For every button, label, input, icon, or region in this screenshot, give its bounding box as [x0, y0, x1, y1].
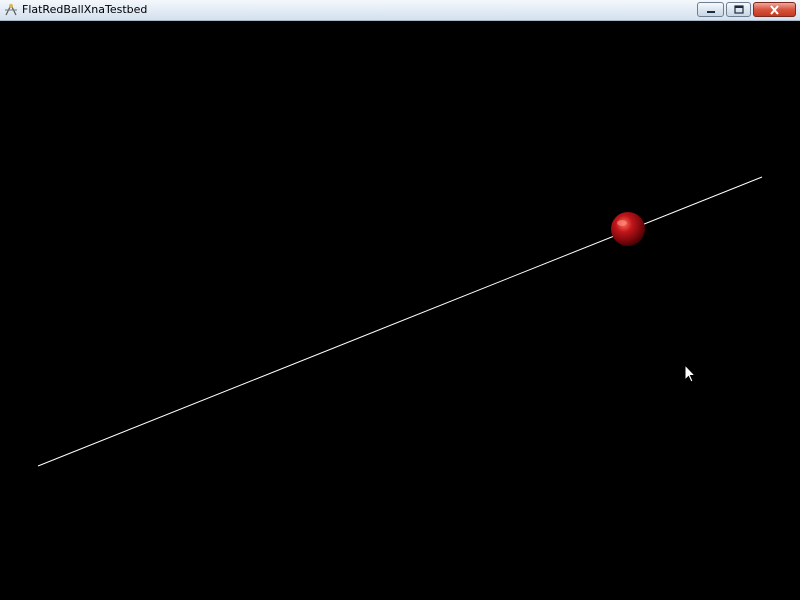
app-icon	[5, 3, 17, 16]
arrow-cursor-icon	[684, 364, 696, 383]
app-window: FlatRedBallXnaTestbed	[0, 0, 800, 600]
red-ball	[611, 212, 645, 246]
game-viewport[interactable]	[0, 21, 800, 600]
window-title: FlatRedBallXnaTestbed	[22, 3, 148, 16]
maximize-icon	[733, 5, 744, 14]
close-button[interactable]	[753, 2, 796, 17]
title-bar[interactable]: FlatRedBallXnaTestbed	[0, 0, 800, 21]
scene-canvas	[37, 176, 763, 467]
close-icon	[770, 4, 779, 15]
ball-highlight	[617, 220, 627, 226]
minimize-button[interactable]	[697, 2, 724, 17]
window-controls	[695, 2, 796, 18]
collision-line	[37, 176, 763, 467]
minimize-icon	[706, 10, 715, 13]
maximize-button[interactable]	[726, 2, 751, 17]
